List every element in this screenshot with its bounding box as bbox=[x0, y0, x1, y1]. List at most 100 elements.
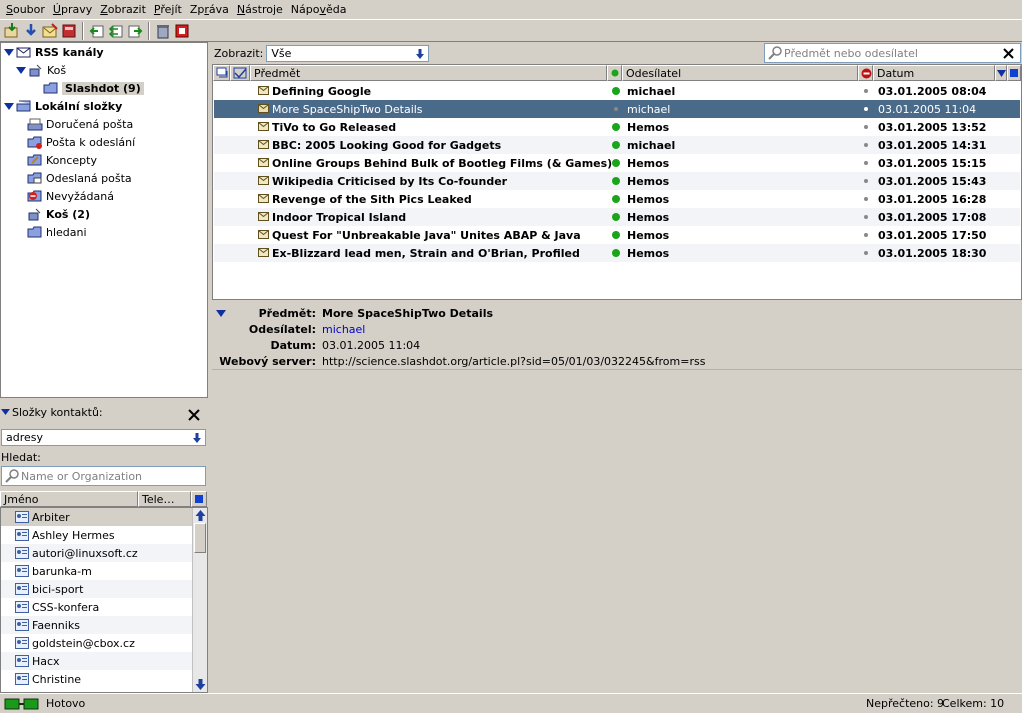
twisty-open-icon[interactable] bbox=[3, 101, 15, 111]
preview-server-url[interactable]: http://science.slashdot.org/article.pl?s… bbox=[322, 355, 705, 368]
junk-dot-icon[interactable] bbox=[864, 107, 868, 111]
tree-rss-trash[interactable]: Koš bbox=[15, 61, 66, 79]
tree-outbox[interactable]: Pošta k odeslání bbox=[27, 133, 135, 151]
column-date[interactable]: Datum bbox=[873, 65, 995, 81]
menu-upravy[interactable]: Úpravy bbox=[49, 1, 96, 19]
address-book-select[interactable]: adresy bbox=[1, 429, 206, 446]
contact-row[interactable]: goldstein@cbox.cz bbox=[1, 634, 192, 652]
twisty-open-icon[interactable] bbox=[3, 47, 15, 57]
trash-icon[interactable] bbox=[154, 22, 172, 40]
unread-dot-icon[interactable] bbox=[612, 87, 620, 95]
unread-dot-icon[interactable] bbox=[612, 249, 620, 257]
tree-local-account[interactable]: Lokální složky bbox=[3, 97, 122, 115]
tree-inbox[interactable]: Doručená pošta bbox=[27, 115, 133, 133]
twisty-open-icon[interactable] bbox=[15, 65, 27, 75]
junk-dot-icon[interactable] bbox=[864, 161, 868, 165]
contact-row[interactable]: Ashley Hermes bbox=[1, 526, 192, 544]
menu-napoveda[interactable]: Nápověda bbox=[287, 1, 351, 19]
message-list-toolbar: Zobrazit: Vše Předmět nebo odesílatel bbox=[212, 42, 1022, 64]
preview-sender-link[interactable]: michael bbox=[322, 323, 365, 336]
junk-dot-icon[interactable] bbox=[864, 197, 868, 201]
contact-row[interactable]: CSS-konfera bbox=[1, 598, 192, 616]
tree-rss-account[interactable]: RSS kanály bbox=[3, 43, 104, 61]
message-row[interactable]: Defining Google michael 03.01.2005 08:04 bbox=[214, 82, 1020, 100]
contact-row[interactable]: Hacx bbox=[1, 652, 192, 670]
tree-drafts[interactable]: Koncepty bbox=[27, 151, 97, 169]
column-phone[interactable]: Tele… bbox=[138, 491, 191, 507]
contact-row[interactable]: Arbiter bbox=[1, 508, 192, 526]
column-thread[interactable] bbox=[213, 65, 230, 81]
message-row[interactable]: Wikipedia Criticised by Its Co-founder He… bbox=[214, 172, 1020, 190]
menu-zobrazit[interactable]: Zobrazit bbox=[96, 1, 150, 19]
unread-dot-icon[interactable] bbox=[612, 213, 620, 221]
twisty-open-icon[interactable] bbox=[1, 408, 11, 416]
unread-dot-icon[interactable] bbox=[612, 141, 620, 149]
column-picker[interactable] bbox=[191, 491, 207, 507]
clear-search-icon[interactable] bbox=[1003, 48, 1014, 59]
stop-icon[interactable] bbox=[173, 22, 191, 40]
scroll-up-icon[interactable] bbox=[194, 509, 207, 522]
tree-slashdot[interactable]: Slashdot (9) bbox=[43, 79, 144, 97]
tree-junk[interactable]: Nevyžádaná bbox=[27, 187, 114, 205]
column-sender[interactable]: Odesílatel bbox=[622, 65, 858, 81]
message-row[interactable]: TiVo to Go Released Hemos 03.01.2005 13:52 bbox=[214, 118, 1020, 136]
menu-soubor[interactable]: Soubor bbox=[2, 1, 49, 19]
contact-scrollbar[interactable] bbox=[192, 508, 207, 692]
message-row[interactable]: Online Groups Behind Bulk of Bootleg Fil… bbox=[214, 154, 1020, 172]
tree-trash[interactable]: Koš (2) bbox=[27, 205, 90, 223]
junk-dot-icon[interactable] bbox=[864, 179, 868, 183]
twisty-open-icon[interactable] bbox=[215, 308, 227, 318]
message-row[interactable]: BBC: 2005 Looking Good for Gadgets michae… bbox=[214, 136, 1020, 154]
junk-dot-icon[interactable] bbox=[864, 125, 868, 129]
view-filter-select[interactable]: Vše bbox=[266, 44, 430, 62]
sort-indicator[interactable] bbox=[995, 65, 1007, 81]
message-row[interactable]: Quest For "Unbreakable Java" Unites ABAP… bbox=[214, 226, 1020, 244]
tree-search-folder[interactable]: hledani bbox=[27, 223, 87, 241]
junk-dot-icon[interactable] bbox=[864, 251, 868, 255]
scroll-down-icon[interactable] bbox=[194, 678, 207, 691]
message-row[interactable]: More SpaceShipTwo Details michael 03.01.20… bbox=[214, 100, 1020, 118]
message-row[interactable]: Ex-Blizzard lead men, Strain and O'Brian… bbox=[214, 244, 1020, 262]
contact-search-input[interactable]: Name or Organization bbox=[1, 466, 206, 486]
column-attachment[interactable] bbox=[230, 65, 250, 81]
column-name[interactable]: Jméno bbox=[0, 491, 138, 507]
address-book-icon[interactable] bbox=[60, 22, 78, 40]
local-folders-icon bbox=[16, 100, 31, 112]
junk-dot-icon[interactable] bbox=[864, 89, 868, 93]
reply-all-icon[interactable] bbox=[107, 22, 125, 40]
compose-icon[interactable] bbox=[41, 22, 59, 40]
forward-icon[interactable] bbox=[126, 22, 144, 40]
reply-icon[interactable] bbox=[88, 22, 106, 40]
column-subject[interactable]: Předmět bbox=[250, 65, 607, 81]
unread-dot-icon[interactable] bbox=[612, 231, 620, 239]
message-row[interactable]: Indoor Tropical Island Hemos 03.01.2005 17… bbox=[214, 208, 1020, 226]
download-icon[interactable] bbox=[22, 22, 40, 40]
column-picker[interactable] bbox=[1007, 65, 1021, 81]
unread-dot-icon[interactable] bbox=[612, 195, 620, 203]
junk-dot-icon[interactable] bbox=[864, 215, 868, 219]
scroll-thumb[interactable] bbox=[194, 523, 206, 553]
message-subject: Indoor Tropical Island bbox=[272, 210, 407, 224]
junk-dot-icon[interactable] bbox=[864, 143, 868, 147]
message-search-input[interactable]: Předmět nebo odesílatel bbox=[764, 43, 1021, 63]
unread-dot-icon[interactable] bbox=[612, 177, 620, 185]
close-icon[interactable] bbox=[188, 409, 200, 421]
contact-row[interactable]: barunka-m bbox=[1, 562, 192, 580]
unread-dot-icon[interactable] bbox=[612, 123, 620, 131]
menu-zprava[interactable]: Zpráva bbox=[186, 1, 233, 19]
get-mail-icon[interactable] bbox=[3, 22, 21, 40]
menu-prejit[interactable]: Přejít bbox=[150, 1, 186, 19]
contact-row[interactable]: Christine bbox=[1, 670, 192, 688]
column-junk[interactable] bbox=[858, 65, 873, 81]
unread-dot-icon[interactable] bbox=[612, 159, 620, 167]
read-dot-icon[interactable] bbox=[614, 107, 618, 111]
online-status-icon[interactable] bbox=[4, 697, 40, 711]
message-row[interactable]: Revenge of the Sith Pics Leaked Hemos 03.0… bbox=[214, 190, 1020, 208]
column-read[interactable] bbox=[607, 65, 622, 81]
junk-dot-icon[interactable] bbox=[864, 233, 868, 237]
contact-row[interactable]: Faenniks bbox=[1, 616, 192, 634]
menu-nastroje[interactable]: Nástroje bbox=[233, 1, 287, 19]
contact-row[interactable]: autori@linuxsoft.cz bbox=[1, 544, 192, 562]
tree-sent[interactable]: Odeslaná pošta bbox=[27, 169, 132, 187]
contact-row[interactable]: bici-sport bbox=[1, 580, 192, 598]
